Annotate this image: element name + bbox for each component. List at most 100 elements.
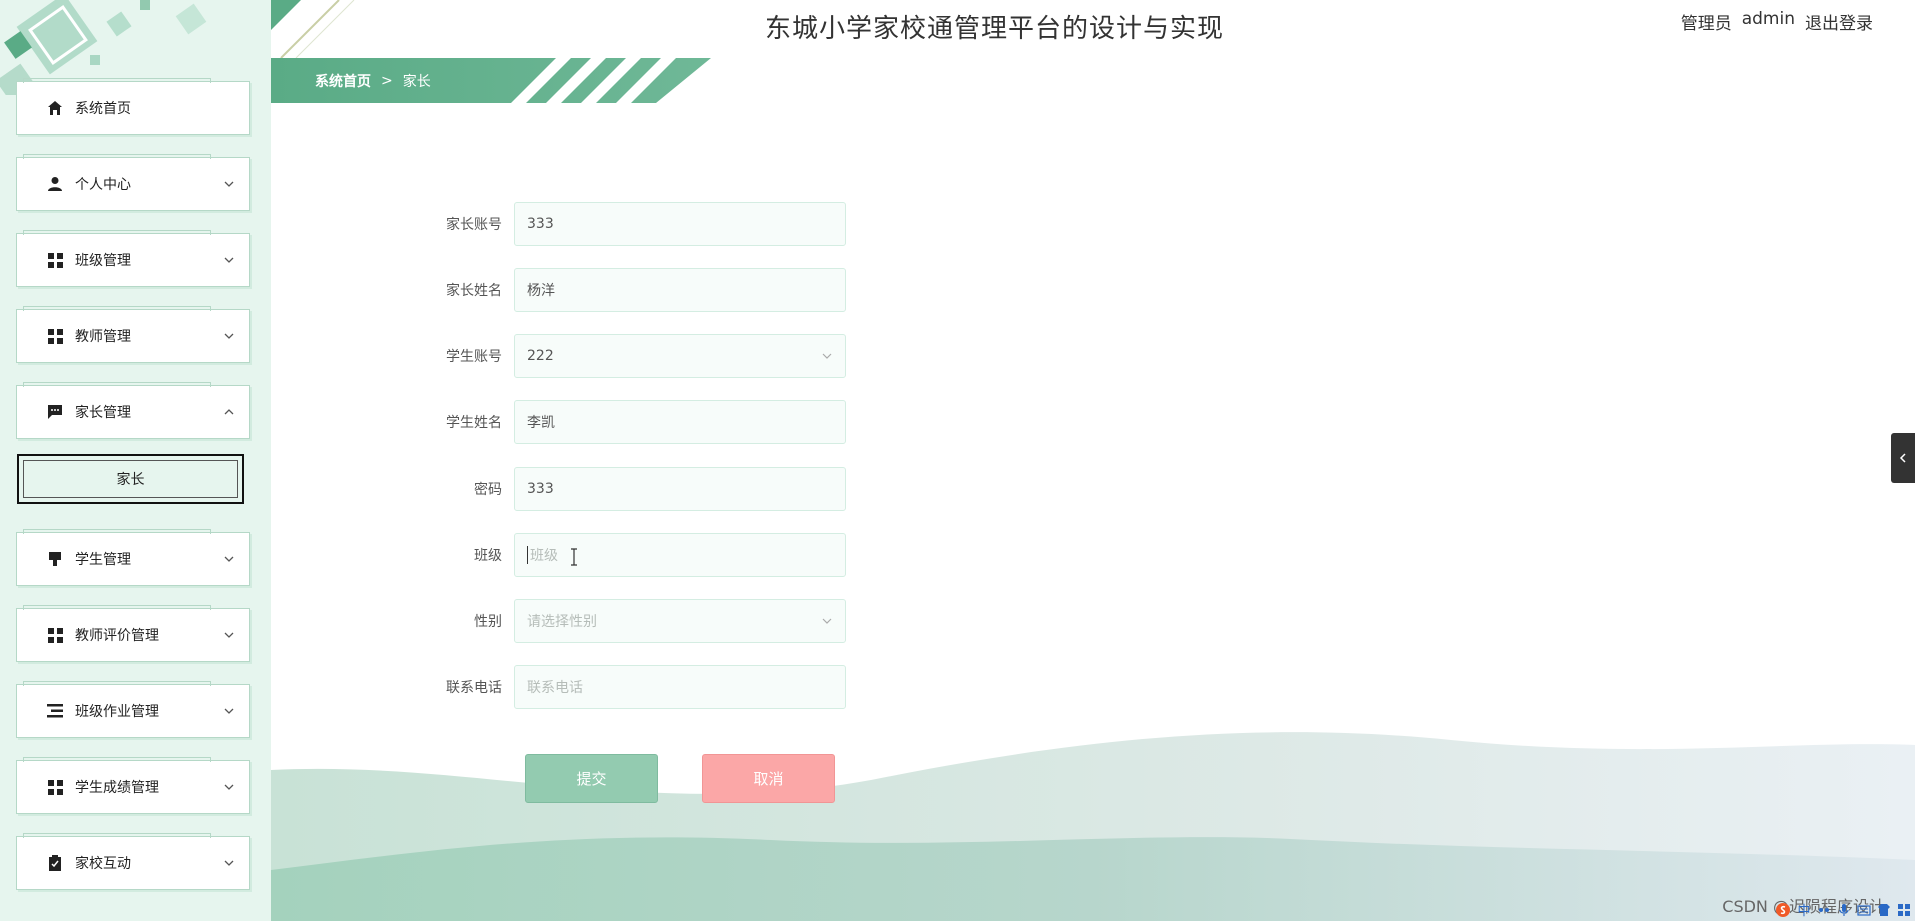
logout-link[interactable]: 退出登录 bbox=[1805, 9, 1873, 34]
class-input[interactable]: 班级 bbox=[514, 533, 846, 577]
form-row-password: 密码 333 bbox=[420, 467, 846, 511]
password-input[interactable]: 333 bbox=[514, 467, 846, 511]
user-name: admin bbox=[1741, 9, 1795, 29]
sidebar: 系统首页 个人中心 班级管理 教师管理 家长管理 家长 学生管理 教师评价管理 … bbox=[0, 0, 271, 921]
sidebar-item-homework[interactable]: 班级作业管理 bbox=[16, 681, 250, 738]
breadcrumb-separator: > bbox=[381, 73, 393, 89]
form-label: 学生姓名 bbox=[446, 415, 502, 431]
sidebar-item-teacher[interactable]: 教师管理 bbox=[16, 306, 250, 363]
sidebar-item-student[interactable]: 学生管理 bbox=[16, 529, 250, 586]
text-caret bbox=[527, 546, 528, 564]
chevron-down-icon bbox=[224, 860, 234, 866]
sidebar-item-label: 班级作业管理 bbox=[75, 704, 159, 720]
sidebar-item-label: 学生管理 bbox=[75, 552, 131, 568]
chevron-down-icon bbox=[822, 353, 832, 359]
breadcrumb-current: 家长 bbox=[402, 74, 431, 90]
form-label: 密码 bbox=[474, 482, 502, 498]
select-value: 222 bbox=[527, 348, 554, 364]
skin-icon[interactable] bbox=[1877, 901, 1891, 919]
input-lang-indicator[interactable]: 中 bbox=[1797, 901, 1811, 919]
sidebar-item-personal[interactable]: 个人中心 bbox=[16, 154, 250, 211]
grid-icon bbox=[45, 250, 65, 270]
background-wave bbox=[271, 732, 1915, 921]
text-cursor-icon bbox=[571, 548, 577, 566]
chevron-down-icon bbox=[822, 618, 832, 624]
microphone-icon[interactable] bbox=[1837, 901, 1851, 919]
list-icon bbox=[45, 701, 65, 721]
form-row-phone: 联系电话 联系电话 bbox=[420, 665, 846, 709]
user-icon bbox=[45, 174, 65, 194]
breadcrumb-home-link[interactable]: 系统首页 bbox=[315, 71, 371, 91]
sidebar-subitem-label: 家长 bbox=[116, 472, 145, 488]
sidebar-item-label: 教师管理 bbox=[75, 329, 131, 345]
grid-icon bbox=[45, 625, 65, 645]
sidebar-item-teacher-eval[interactable]: 教师评价管理 bbox=[16, 605, 250, 662]
keyboard-icon[interactable] bbox=[1857, 901, 1871, 919]
chevron-down-icon bbox=[224, 708, 234, 714]
sidebar-item-label: 家长管理 bbox=[75, 405, 131, 421]
chat-icon bbox=[45, 402, 65, 422]
breadcrumb: 系统首页 > 家长 bbox=[315, 71, 431, 91]
sogou-ime-icon[interactable] bbox=[1775, 901, 1791, 919]
gender-select[interactable]: 请选择性别 bbox=[514, 599, 846, 643]
chevron-down-icon bbox=[224, 181, 234, 187]
phone-input[interactable]: 联系电话 bbox=[514, 665, 846, 709]
form-row-student-account: 学生账号 222 bbox=[420, 334, 846, 378]
form-label: 联系电话 bbox=[446, 680, 502, 696]
punctuation-icon[interactable] bbox=[1817, 901, 1831, 919]
chevron-up-icon bbox=[224, 409, 234, 415]
sidebar-item-label: 系统首页 bbox=[75, 101, 131, 117]
chevron-down-icon bbox=[224, 556, 234, 562]
form-label: 家长账号 bbox=[446, 217, 502, 233]
input-placeholder: 联系电话 bbox=[527, 680, 583, 696]
grid-icon bbox=[45, 777, 65, 797]
chevron-down-icon bbox=[224, 784, 234, 790]
sidebar-item-interaction[interactable]: 家校互动 bbox=[16, 833, 250, 890]
student-name-input[interactable]: 李凯 bbox=[514, 400, 846, 444]
form-label: 家长姓名 bbox=[446, 283, 502, 299]
sidebar-item-class[interactable]: 班级管理 bbox=[16, 230, 250, 287]
brush-icon bbox=[45, 549, 65, 569]
input-value: 333 bbox=[527, 216, 554, 232]
form-row-student-name: 学生姓名 李凯 bbox=[420, 400, 846, 444]
sidebar-item-label: 个人中心 bbox=[75, 177, 131, 193]
chevron-down-icon bbox=[224, 632, 234, 638]
input-placeholder: 班级 bbox=[530, 548, 558, 564]
sidebar-subitem-parent[interactable]: 家长 bbox=[17, 454, 244, 504]
cancel-button[interactable]: 取消 bbox=[702, 754, 835, 803]
input-value: 333 bbox=[527, 481, 554, 497]
user-role: 管理员 bbox=[1680, 14, 1732, 34]
chevron-down-icon bbox=[224, 333, 234, 339]
collapse-panel-tab[interactable] bbox=[1891, 433, 1915, 483]
sidebar-item-label: 教师评价管理 bbox=[75, 628, 159, 644]
parent-account-input[interactable]: 333 bbox=[514, 202, 846, 246]
sidebar-item-label: 学生成绩管理 bbox=[75, 780, 159, 796]
home-icon bbox=[45, 98, 65, 118]
submit-button[interactable]: 提交 bbox=[525, 754, 658, 803]
chevron-left-icon bbox=[1899, 453, 1906, 463]
form-row-parent-account: 家长账号 333 bbox=[420, 202, 846, 246]
select-placeholder: 请选择性别 bbox=[527, 614, 597, 630]
form-label: 班级 bbox=[474, 548, 502, 564]
system-tray: 中 bbox=[1775, 898, 1915, 921]
chevron-down-icon bbox=[224, 257, 234, 263]
form-row-class: 班级 班级 bbox=[420, 533, 846, 577]
input-value: 杨洋 bbox=[527, 283, 555, 299]
sidebar-item-label: 家校互动 bbox=[75, 856, 131, 872]
header-decoration bbox=[271, 0, 355, 58]
form-label: 学生账号 bbox=[446, 349, 502, 365]
form-label: 性别 bbox=[474, 614, 502, 630]
form-row-gender: 性别 请选择性别 bbox=[420, 599, 846, 643]
sidebar-item-parent[interactable]: 家长管理 bbox=[16, 382, 250, 439]
grid-icon bbox=[45, 326, 65, 346]
parent-name-input[interactable]: 杨洋 bbox=[514, 268, 846, 312]
user-area: 管理员 admin 退出登录 bbox=[1681, 9, 1873, 34]
form-row-parent-name: 家长姓名 杨洋 bbox=[420, 268, 846, 312]
student-account-select[interactable]: 222 bbox=[514, 334, 846, 378]
page-title: 东城小学家校通管理平台的设计与实现 bbox=[765, 14, 1225, 44]
input-value: 李凯 bbox=[527, 415, 555, 431]
toolbox-icon[interactable] bbox=[1897, 901, 1911, 919]
sidebar-item-scores[interactable]: 学生成绩管理 bbox=[16, 757, 250, 814]
sidebar-item-home[interactable]: 系统首页 bbox=[16, 78, 250, 135]
sidebar-item-label: 班级管理 bbox=[75, 253, 131, 269]
